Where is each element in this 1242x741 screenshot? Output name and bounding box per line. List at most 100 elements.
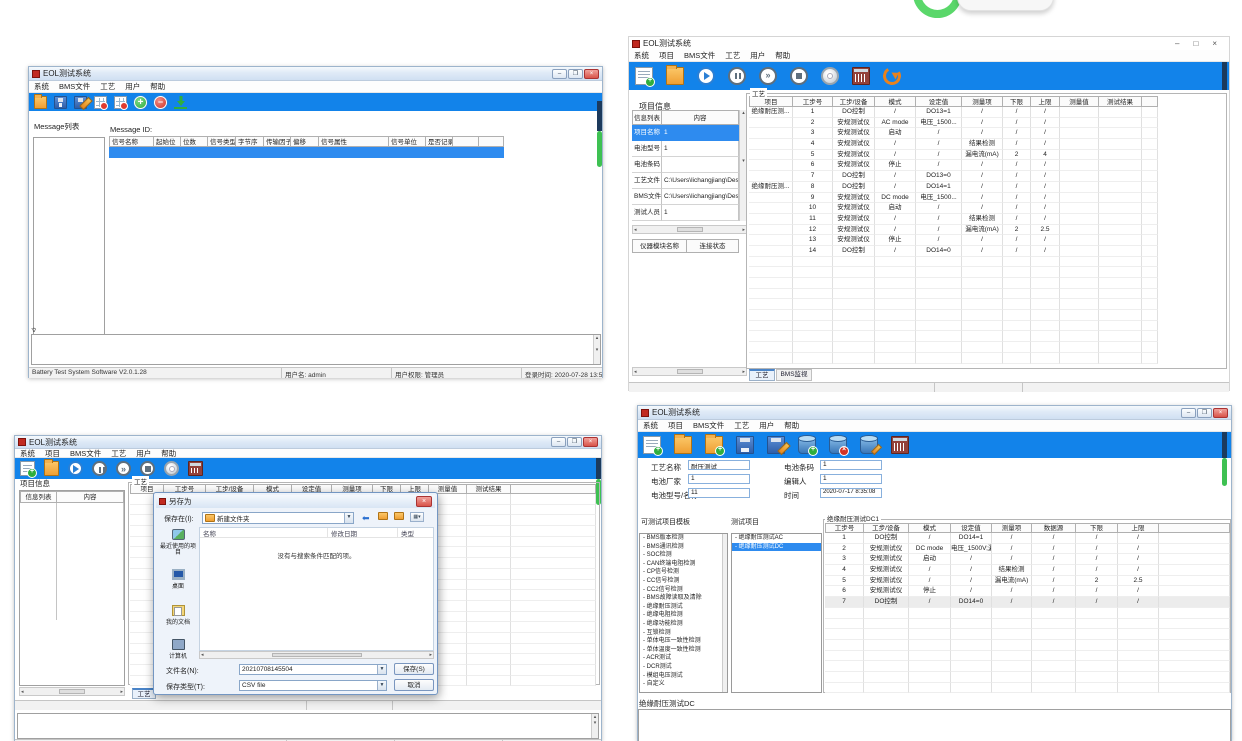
table-row[interactable]: 电池条码 xyxy=(632,157,739,173)
factory-input[interactable]: 1 xyxy=(688,474,750,484)
table-row[interactable]: 7DO控制/DO14=0//// xyxy=(825,597,1230,608)
maximize-button[interactable]: □ xyxy=(1193,39,1198,48)
save-edit-icon[interactable] xyxy=(74,96,87,109)
list-item[interactable]: - CAN终端电阻检测 xyxy=(640,560,727,569)
menu-item[interactable]: 项目 xyxy=(668,420,683,431)
list-item[interactable]: - BMS版本检测 xyxy=(640,534,727,543)
disc-icon[interactable] xyxy=(821,67,839,85)
title-bar[interactable]: EOL测试系统 ‒ ❐ × xyxy=(638,406,1231,420)
disc-icon[interactable] xyxy=(164,461,179,476)
close-button[interactable]: × xyxy=(1212,39,1217,48)
proc-name-input[interactable]: 耐压测试 xyxy=(688,460,750,470)
pause-icon[interactable] xyxy=(728,67,746,85)
table-row[interactable]: 6安规测试仪停止///// xyxy=(825,586,1230,597)
col-name[interactable]: 名称 xyxy=(200,528,328,537)
list-item[interactable]: - 绝缘耐压测试 xyxy=(640,603,727,612)
menu-item[interactable]: 系统 xyxy=(34,81,49,92)
title-bar[interactable]: EOL测试系统 ‒ ❐ × xyxy=(29,67,602,81)
list-item[interactable]: - DCR测试 xyxy=(640,663,727,672)
menu-item[interactable]: 用户 xyxy=(136,448,151,459)
db-delete-icon[interactable] xyxy=(829,436,847,454)
menu-item[interactable]: BMS文件 xyxy=(684,50,715,61)
db-add-icon[interactable] xyxy=(798,436,816,454)
menu-item[interactable]: 用户 xyxy=(759,420,774,431)
menu-item[interactable]: BMS文件 xyxy=(693,420,724,431)
add-circle-icon[interactable] xyxy=(134,96,147,109)
table-row[interactable]: 13安规测试仪停止//// xyxy=(749,235,1158,246)
list-item[interactable]: - 自定义 xyxy=(640,680,727,689)
save-button[interactable]: 保存(S) xyxy=(394,663,434,675)
restore-button[interactable]: ❐ xyxy=(568,69,583,79)
table-row[interactable]: 3安规测试仪启动//// xyxy=(749,128,1158,139)
import-arrow-icon[interactable] xyxy=(174,96,187,109)
table-row[interactable]: 7DO控制/DO13=0/// xyxy=(749,171,1158,182)
list-item[interactable]: - ACR测试 xyxy=(640,654,727,663)
list-item[interactable]: - 绝缘耐压测试AC xyxy=(732,534,821,543)
close-button[interactable]: × xyxy=(583,437,598,447)
menu-item[interactable]: BMS文件 xyxy=(70,448,101,459)
list-item[interactable]: - CP信号检测 xyxy=(640,568,727,577)
folder-open-icon[interactable] xyxy=(666,67,684,85)
table-row[interactable]: 电池型号1 xyxy=(632,141,739,157)
save-icon[interactable] xyxy=(736,436,754,454)
menu-item[interactable]: 帮助 xyxy=(784,420,799,431)
model-input[interactable]: 11 xyxy=(688,488,750,498)
list-item[interactable]: - 互锁检测 xyxy=(640,629,727,638)
folder-open-icon[interactable] xyxy=(674,436,692,454)
refresh-icon[interactable] xyxy=(881,65,903,87)
save-edit-icon[interactable] xyxy=(767,436,785,454)
table-add-icon[interactable] xyxy=(114,96,127,109)
table-row[interactable]: 1DO控制/DO14=1//// xyxy=(825,533,1230,544)
save-icon[interactable] xyxy=(54,96,67,109)
table-row[interactable]: 工艺文件C:\Users\lichangjiang\Desktop\ xyxy=(632,173,739,189)
list-item[interactable]: - 单体电压一致性检测 xyxy=(640,637,727,646)
table-row[interactable]: 14DO控制/DO14=0/// xyxy=(749,246,1158,257)
tab-bms[interactable]: BMS监视 xyxy=(776,369,812,381)
menu-item[interactable]: 系统 xyxy=(634,50,649,61)
barcode-icon[interactable] xyxy=(852,67,870,85)
menu-item[interactable]: 工艺 xyxy=(100,81,115,92)
table-row[interactable]: 3安规测试仪启动///// xyxy=(825,554,1230,565)
list-item[interactable]: - BMS故障读取及清除 xyxy=(640,594,727,603)
table-row[interactable]: 12安规测试仪//漏电流(mA)22.5 xyxy=(749,225,1158,236)
barcode-icon[interactable] xyxy=(891,436,909,454)
time-input[interactable]: 2020-07-17 8:35:08 xyxy=(820,488,882,498)
scrollbar-thumb[interactable] xyxy=(1222,458,1227,486)
back-icon[interactable]: ⬅ xyxy=(362,513,370,524)
file-list[interactable]: 名称 修改日期 类型 没有与搜索条件匹配的项。 xyxy=(199,527,434,651)
folder-open-icon[interactable] xyxy=(44,461,59,476)
fast-forward-icon[interactable] xyxy=(759,67,777,85)
new-doc-icon[interactable] xyxy=(635,67,653,85)
sidebar-computer[interactable]: 计算机 xyxy=(158,639,198,660)
views-icon[interactable]: ▦▾ xyxy=(410,512,424,522)
table-row[interactable]: 4安规测试仪//结果检测/// xyxy=(825,565,1230,576)
remove-circle-icon[interactable] xyxy=(154,96,167,109)
table-row[interactable]: 2安规测试仪AC mode电压_1500.../// xyxy=(749,118,1158,129)
list-item[interactable]: - 模组电压测试 xyxy=(640,672,727,681)
list-item[interactable]: - BMS通讯检测 xyxy=(640,543,727,552)
dialog-close-button[interactable]: × xyxy=(416,496,432,507)
list-item[interactable]: - 绝缘电阻检测 xyxy=(640,611,727,620)
minimize-button[interactable]: ‒ xyxy=(1181,408,1196,418)
list-item[interactable]: - SOC检测 xyxy=(640,551,727,560)
close-button[interactable]: × xyxy=(1213,408,1228,418)
folder-add-icon[interactable] xyxy=(705,436,723,454)
editor-input[interactable]: 1 xyxy=(820,474,882,484)
minimize-button[interactable]: ‒ xyxy=(551,437,566,447)
title-bar[interactable]: EOL测试系统 ‒ ❐ × xyxy=(15,436,601,449)
title-bar[interactable]: EOL测试系统 – □ × xyxy=(629,37,1229,50)
table-row[interactable]: 9安规测试仪DC mode电压_1500.../// xyxy=(749,193,1158,204)
table-row[interactable]: BMS文件C:\Users\lichangjiang\Desktop\ xyxy=(632,189,739,205)
menu-item[interactable]: 系统 xyxy=(643,420,658,431)
new-folder-icon[interactable] xyxy=(394,512,404,520)
play-icon[interactable] xyxy=(68,461,83,476)
folder-open-icon[interactable] xyxy=(34,96,47,109)
log-area[interactable]: ▴▾ xyxy=(31,334,601,365)
table-row[interactable]: 4安规测试仪//结果检测// xyxy=(749,139,1158,150)
minimize-button[interactable]: – xyxy=(1175,39,1179,48)
list-item[interactable]: - 单体温度一致性检测 xyxy=(640,646,727,655)
table-row[interactable]: 5安规测试仪//漏电流(mA)24 xyxy=(749,150,1158,161)
dropdown-arrow-icon[interactable]: ▼ xyxy=(344,513,353,523)
table-row[interactable]: 绝缘耐压测...8DO控制/DO14=1/// xyxy=(749,182,1158,193)
menu-item[interactable]: 项目 xyxy=(45,448,60,459)
